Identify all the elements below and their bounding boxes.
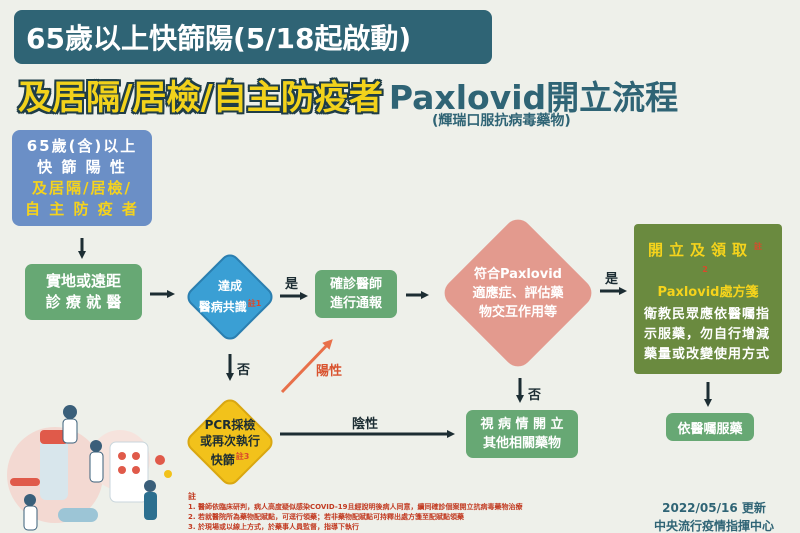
take-med-label: 依醫囑服藥 [677,421,743,437]
pcr-line2: 或再次執行 [199,433,260,448]
node-take-med: 依醫囑服藥 [666,413,754,441]
label-yes-paxlovid: 是 [605,272,619,287]
eligible-line4: 自 主 防 疫 者 [25,200,139,218]
prescribe-header1-text: 開立及領取 [647,241,753,259]
consensus-line1: 達成 [217,279,242,293]
node-alt-drug: 視 病 情 開 立 其他相關藥物 [466,410,578,458]
consult-line2: 診 療 就 醫 [45,293,122,311]
credit: 中央流行疫情指揮中心 [654,519,775,533]
report-line2: 進行通報 [329,296,382,311]
label-yes-consensus: 是 [285,277,299,292]
consensus-line2-text: 醫病共識 [198,300,247,314]
update-date: 2022/05/16 更新 [662,501,766,515]
eligible-line1: 65歲(含)以上 [26,137,138,155]
node-paxlovid-check: 符合Paxlovid 適應症、評估藥 物交互作用等 [438,213,598,373]
paxlovid-text: 符合Paxlovid 適應症、評估藥 物交互作用等 [472,265,563,322]
footnote-2: 2. 若就醫院所為藥物配賦點，可逕行領藥；若非藥物配賦點可持釋出處方箋至配賦點領… [188,513,464,521]
node-report: 確診醫師 進行通報 [315,270,397,318]
label-positive: 陽性 [316,364,343,379]
consensus-note: 註1 [247,299,262,308]
consensus-line2: 醫病共識註1 [199,295,262,316]
date-credit: 2022/05/16 更新 中央流行疫情指揮中心 [654,499,774,533]
node-pcr: PCR採檢 或再次執行 快篩註3 [183,395,277,489]
consult-line1: 實地或遠距 [45,272,121,290]
pcr-line1: PCR採檢 [204,417,256,432]
report-line1: 確診醫師 [329,277,382,292]
node-consensus: 達成 醫病共識註1 [183,250,277,344]
paxlovid-line2: 適應症、評估藥 [472,285,564,301]
medical-staff-illustration [7,405,172,531]
alt-drug-line1: 視 病 情 開 立 [480,417,564,432]
pcr-text: PCR採檢 或再次執行 快篩註3 [200,417,260,468]
eligible-line2: 快 篩 陽 性 [37,158,127,176]
node-prescribe: 開立及領取註2 Paxlovid處方箋 衛教民眾應依醫囑指示服藥，勿自行增減藥量… [634,224,782,374]
label-no-consensus: 否 [237,363,251,378]
pcr-note: 註3 [235,451,250,461]
pcr-line3-text: 快篩 [210,452,235,467]
label-negative: 陰性 [352,417,379,432]
consensus-text: 達成 醫病共識註1 [199,278,262,316]
node-consult: 實地或遠距 診 療 就 醫 [25,264,142,320]
footnote-1: 1. 醫師依臨床研判，病人高度疑似感染COVID-19且經說明後病人同意，續同確… [188,503,523,511]
paxlovid-line3: 物交互作用等 [478,304,557,320]
footnote-title: 註 [188,492,196,501]
prescribe-header2: Paxlovid處方箋 [657,285,759,300]
label-no-paxlovid: 否 [528,388,542,403]
node-eligible: 65歲(含)以上 快 篩 陽 性 及居隔/居檢/ 自 主 防 疫 者 [12,130,152,226]
paxlovid-line1: 符合Paxlovid [474,266,562,282]
pcr-line3: 快篩註3 [200,449,260,468]
eligible-line3: 及居隔/居檢/ [32,179,132,197]
footnotes: 註 1. 醫師依臨床研判，病人高度疑似感染COVID-19且經說明後病人同意，續… [188,492,658,532]
footnote-3: 3. 於現場或以線上方式，於藥事人員監督，指導下執行 [188,523,359,531]
prescribe-header1: 開立及領取註2 [644,237,772,283]
alt-drug-line2: 其他相關藥物 [482,436,561,451]
prescribe-body: 衛教民眾應依醫囑指示服藥，勿自行增減藥量或改變使用方式 [644,307,771,362]
